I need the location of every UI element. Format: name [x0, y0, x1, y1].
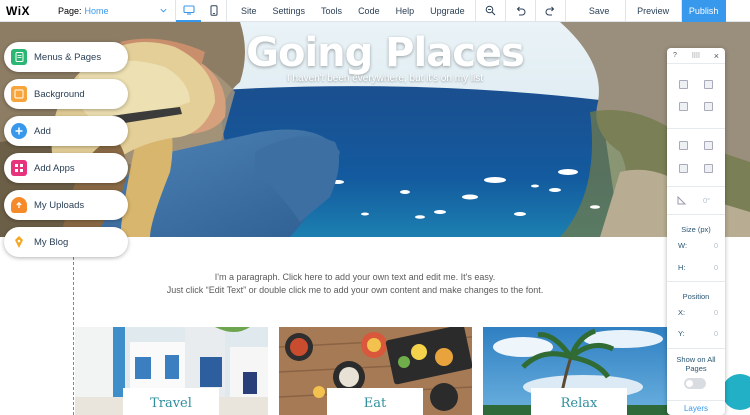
desktop-icon [182, 4, 195, 15]
height-value[interactable]: 0 [714, 263, 718, 272]
height-field[interactable]: H: 0 [678, 263, 718, 272]
my-uploads-label: My Uploads [34, 199, 85, 211]
upload-icon [11, 197, 27, 213]
paragraph-line-1: I'm a paragraph. Click here to add your … [214, 272, 496, 282]
my-uploads-button[interactable]: My Uploads [4, 190, 128, 220]
menu-upgrade[interactable]: Upgrade [422, 6, 475, 16]
align-icon[interactable] [704, 141, 713, 150]
close-button[interactable]: × [714, 51, 719, 61]
rotate-icon[interactable] [677, 196, 687, 205]
device-switcher [176, 0, 227, 22]
duplicate-icon[interactable] [679, 102, 688, 111]
page-selector[interactable]: Page: Home [40, 0, 176, 22]
separator [667, 214, 725, 215]
x-value[interactable]: 0 [714, 308, 718, 317]
position-title: Position [682, 292, 710, 301]
undo-button[interactable] [506, 0, 536, 22]
distribute-icon[interactable] [679, 164, 688, 173]
mobile-view-button[interactable] [201, 0, 226, 22]
width-value[interactable]: 0 [714, 241, 718, 250]
page-label: Page: [58, 5, 82, 16]
background-icon [11, 86, 27, 102]
separator [667, 281, 725, 282]
chevron-down-icon [160, 8, 167, 13]
page-guide-line [73, 237, 74, 415]
add-label: Add [34, 125, 51, 137]
width-label: W: [678, 241, 688, 250]
add-button[interactable]: Add [4, 116, 128, 146]
apps-icon [11, 160, 27, 176]
paste-icon[interactable] [704, 80, 713, 89]
show-on-all-pages-label: Show on All Pages [676, 355, 716, 373]
menus-pages-label: Menus & Pages [34, 51, 102, 63]
size-title: Size (px) [681, 225, 711, 234]
menu-site[interactable]: Site [227, 6, 265, 16]
card-relax[interactable]: Relax [483, 327, 676, 415]
paragraph-text[interactable]: I'm a paragraph. Click here to add your … [120, 271, 590, 297]
zoom-icon [485, 5, 496, 16]
menu-tools[interactable]: Tools [313, 6, 350, 16]
menus-pages-button[interactable]: Menus & Pages [4, 42, 128, 72]
match-size-icon[interactable] [704, 164, 713, 173]
layers-button[interactable]: Layers [667, 400, 725, 415]
rotation-value[interactable]: 0° [703, 196, 710, 205]
separator [667, 186, 725, 187]
y-value[interactable]: 0 [714, 329, 718, 338]
menu-settings[interactable]: Settings [265, 6, 314, 16]
card-travel[interactable]: Travel [75, 327, 268, 415]
page-value: Home [84, 5, 109, 16]
help-button[interactable]: ? [673, 52, 677, 59]
publish-button[interactable]: Publish [681, 0, 726, 22]
card-eat[interactable]: Eat [279, 327, 472, 415]
separator [667, 128, 725, 129]
toolbar-tools [476, 0, 566, 22]
x-label: X: [678, 308, 686, 317]
main-menu: Site Settings Tools Code Help Upgrade [227, 0, 476, 22]
redo-button[interactable] [536, 0, 566, 22]
arrange-icon[interactable] [679, 141, 688, 150]
desktop-view-button[interactable] [176, 0, 201, 22]
separator [667, 348, 725, 349]
top-bar: WiX Page: Home Site Settings Tools Code … [0, 0, 750, 22]
wix-logo[interactable]: WiX [0, 4, 40, 18]
add-apps-label: Add Apps [34, 162, 75, 174]
delete-icon[interactable] [704, 102, 713, 111]
my-blog-button[interactable]: My Blog [4, 227, 128, 257]
undo-icon [516, 6, 526, 15]
show-on-all-pages-toggle[interactable] [684, 378, 706, 389]
menu-code[interactable]: Code [350, 6, 388, 16]
add-icon [11, 123, 27, 139]
card-relax-label: Relax [531, 388, 627, 415]
blog-icon [11, 234, 27, 250]
hero-title[interactable]: Going Places [245, 30, 525, 76]
hero-subtitle[interactable]: I haven't been everywhere, but it's on m… [250, 73, 520, 84]
width-field[interactable]: W: 0 [678, 241, 718, 250]
pages-icon [11, 49, 27, 65]
tools-panel: ? ⠿⠿ × 0° Size (px) W: 0 H: 0 Position X: 0… [667, 48, 725, 415]
save-button[interactable]: Save [574, 0, 626, 22]
mobile-icon [210, 5, 217, 16]
toggle-knob [686, 380, 693, 387]
menu-help[interactable]: Help [388, 6, 423, 16]
card-travel-label: Travel [123, 388, 219, 415]
preview-button[interactable]: Preview [626, 0, 682, 22]
add-apps-button[interactable]: Add Apps [4, 153, 128, 183]
copy-icon[interactable] [679, 80, 688, 89]
card-eat-label: Eat [327, 388, 423, 415]
my-blog-label: My Blog [34, 236, 69, 248]
paragraph-line-2: Just click “Edit Text” or double click m… [166, 285, 544, 295]
y-label: Y: [678, 329, 685, 338]
height-label: H: [678, 263, 686, 272]
wix-editor: WiX Page: Home Site Settings Tools Code … [0, 0, 750, 415]
zoom-button[interactable] [476, 0, 506, 22]
background-label: Background [34, 88, 85, 100]
background-button[interactable]: Background [4, 79, 128, 109]
redo-icon [545, 6, 554, 15]
y-field[interactable]: Y: 0 [678, 329, 718, 338]
drag-handle-icon[interactable]: ⠿⠿ [691, 52, 700, 60]
chat-button[interactable] [722, 374, 750, 410]
x-field[interactable]: X: 0 [678, 308, 718, 317]
tools-panel-header: ? ⠿⠿ × [667, 48, 725, 64]
